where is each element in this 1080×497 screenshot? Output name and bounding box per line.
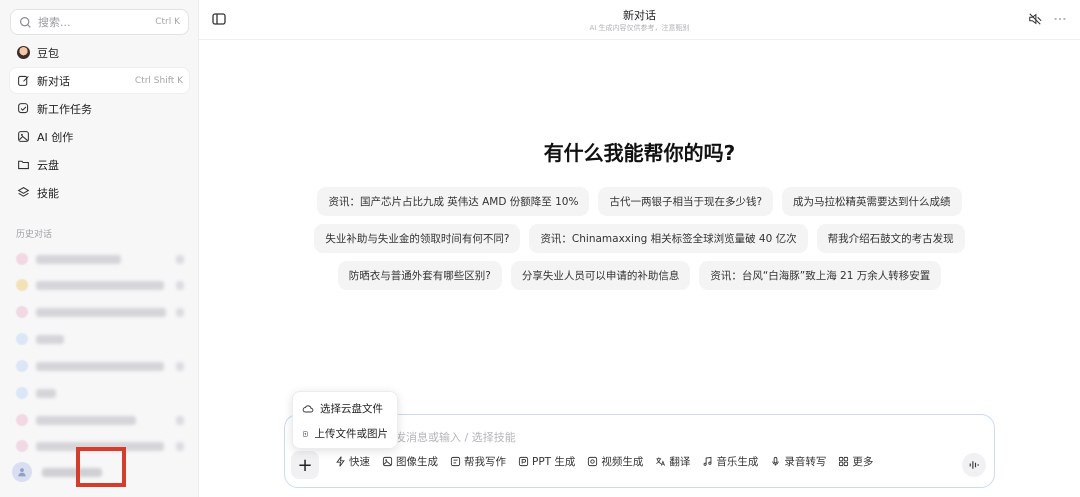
welcome-heading: 有什么我能帮你的吗? — [543, 141, 736, 165]
suggestion-chip[interactable]: 帮我介绍石鼓文的考古发现 — [816, 224, 965, 253]
sidebar: 搜索... Ctrl K 豆包 新对话 Ctrl Shift K 新工作任务 A… — [0, 0, 199, 497]
history-item[interactable] — [16, 412, 184, 428]
sidebar-item-label: 云盘 — [37, 158, 59, 172]
tool-image-gen[interactable]: 图像生成 — [382, 454, 438, 469]
suggestion-chip[interactable]: 成为马拉松精英需要达到什么成绩 — [782, 187, 962, 216]
more-menu-button[interactable] — [1053, 12, 1067, 26]
ppt-icon — [518, 456, 529, 467]
sidebar-item-label: 技能 — [37, 186, 59, 200]
history-item[interactable] — [16, 358, 184, 374]
search-placeholder: 搜索... — [38, 16, 71, 29]
tool-ppt[interactable]: PPT 生成 — [518, 454, 575, 469]
task-icon — [16, 102, 30, 116]
tool-label: PPT 生成 — [532, 456, 576, 468]
plus-icon: + — [297, 454, 313, 476]
music-icon — [703, 456, 712, 466]
sidebar-item-new-task[interactable]: 新工作任务 — [10, 96, 189, 121]
history-item[interactable] — [16, 251, 184, 267]
tool-more[interactable]: 更多 — [838, 454, 873, 469]
write-icon — [450, 456, 461, 467]
sidebar-item-label: 新对话 — [37, 74, 70, 88]
suggestion-chip[interactable]: 古代一两银子相当于现在多少钱? — [598, 187, 774, 216]
history-item[interactable] — [16, 277, 184, 293]
sidebar-item-ai-create[interactable]: AI 创作 — [10, 124, 189, 149]
tool-write[interactable]: 帮我写作 — [450, 454, 506, 469]
cloud-icon — [302, 404, 314, 412]
menu-item-label: 选择云盘文件 — [320, 403, 383, 415]
upload-file-icon — [302, 430, 308, 437]
history-item[interactable] — [16, 385, 184, 401]
history-item[interactable] — [16, 304, 184, 320]
menu-item-upload[interactable]: 上传文件或图片 — [293, 421, 397, 446]
highlight-box — [76, 447, 126, 487]
menu-item-cloud-file[interactable]: 选择云盘文件 — [293, 396, 397, 421]
sound-wave-icon — [969, 461, 979, 469]
search-shortcut: Ctrl K — [155, 17, 180, 27]
tool-label: 帮我写作 — [464, 456, 506, 468]
tool-label: 录音转写 — [784, 456, 827, 468]
tool-label: 翻译 — [669, 456, 691, 468]
grid-icon — [839, 456, 849, 467]
sidebar-item-cloud-drive[interactable]: 云盘 — [10, 152, 189, 177]
sidebar-item-doubao[interactable]: 豆包 — [10, 40, 189, 65]
tool-label: 快速 — [349, 456, 370, 468]
new-chat-icon — [16, 74, 30, 88]
menu-item-label: 上传文件或图片 — [314, 428, 389, 440]
image-create-icon — [16, 130, 30, 144]
tool-label: 图像生成 — [396, 456, 438, 468]
tool-music[interactable]: 音乐生成 — [702, 454, 758, 469]
search-input[interactable]: 搜索... Ctrl K — [10, 9, 189, 35]
tool-video[interactable]: 视频生成 — [587, 454, 643, 469]
tool-translate[interactable]: 翻译 — [655, 454, 690, 469]
attachment-menu: 选择云盘文件 上传文件或图片 — [292, 391, 398, 449]
sidebar-item-skills[interactable]: 技能 — [10, 180, 189, 205]
speaker-mute-icon — [1029, 13, 1042, 25]
message-input[interactable]: 发消息或输入 / 选择技能 — [395, 429, 516, 445]
composer-toolbar: 快速 图像生成 帮我写作 PPT 生成 视频生成 翻译 音乐生成 录音转写 更多 — [335, 454, 873, 469]
lightning-icon — [336, 456, 345, 467]
add-attachment-button[interactable]: + — [291, 451, 319, 479]
app-window: 搜索... Ctrl K 豆包 新对话 Ctrl Shift K 新工作任务 A… — [0, 0, 1080, 497]
suggestion-chip[interactable]: 资讯：国产芯片占比九成 英伟达 AMD 份额降至 10% — [317, 187, 590, 216]
new-chat-shortcut: Ctrl Shift K — [134, 75, 183, 86]
main-panel: 新对话 AI 生成内容仅供参考，注意甄别 有什么我能帮你的吗? 资讯：国产芯片占… — [199, 0, 1080, 497]
suggestion-chip[interactable]: 防晒衣与普通外套有哪些区别? — [337, 261, 502, 290]
layers-icon — [16, 186, 30, 200]
mute-button[interactable] — [1028, 12, 1042, 26]
image-icon — [382, 456, 393, 467]
suggestion-chip[interactable]: 失业补助与失业金的领取时间有何不同? — [314, 224, 521, 253]
mic-icon — [772, 456, 780, 466]
folder-icon — [16, 158, 30, 172]
translate-icon — [656, 457, 666, 466]
sidebar-item-label: AI 创作 — [37, 130, 74, 144]
history-title: 历史对话 — [16, 230, 53, 240]
video-icon — [588, 456, 598, 467]
page-subtitle: AI 生成内容仅供参考，注意甄别 — [589, 24, 690, 32]
suggestion-list: 资讯：国产芯片占比九成 英伟达 AMD 份额降至 10% 古代一两银子相当于现在… — [199, 187, 1080, 298]
suggestion-chip[interactable]: 资讯：台风“白海豚”致上海 21 万余人转移安置 — [699, 261, 942, 290]
sidebar-item-new-chat[interactable]: 新对话 Ctrl Shift K — [10, 68, 189, 93]
suggestion-chip[interactable]: 资讯：Chinamaxxing 相关标签全球浏览量破 40 亿次 — [529, 224, 808, 253]
sidebar-item-label: 新工作任务 — [37, 102, 92, 116]
header-divider — [199, 39, 1080, 40]
doubao-avatar-icon — [16, 46, 30, 60]
tool-transcribe[interactable]: 录音转写 — [770, 454, 826, 469]
page-title: 新对话 — [623, 9, 656, 22]
tool-fast[interactable]: 快速 — [335, 454, 370, 469]
avatar — [12, 462, 32, 482]
tool-label: 音乐生成 — [716, 456, 759, 468]
suggestion-chip[interactable]: 分享失业人员可以申请的补助信息 — [510, 261, 691, 290]
tool-label: 视频生成 — [601, 456, 644, 468]
more-horizontal-icon — [1054, 17, 1066, 21]
history-item[interactable] — [16, 331, 184, 347]
search-icon — [20, 16, 31, 28]
sidebar-item-label: 豆包 — [37, 46, 59, 60]
voice-input-button[interactable] — [962, 453, 986, 477]
tool-label: 更多 — [852, 456, 874, 468]
